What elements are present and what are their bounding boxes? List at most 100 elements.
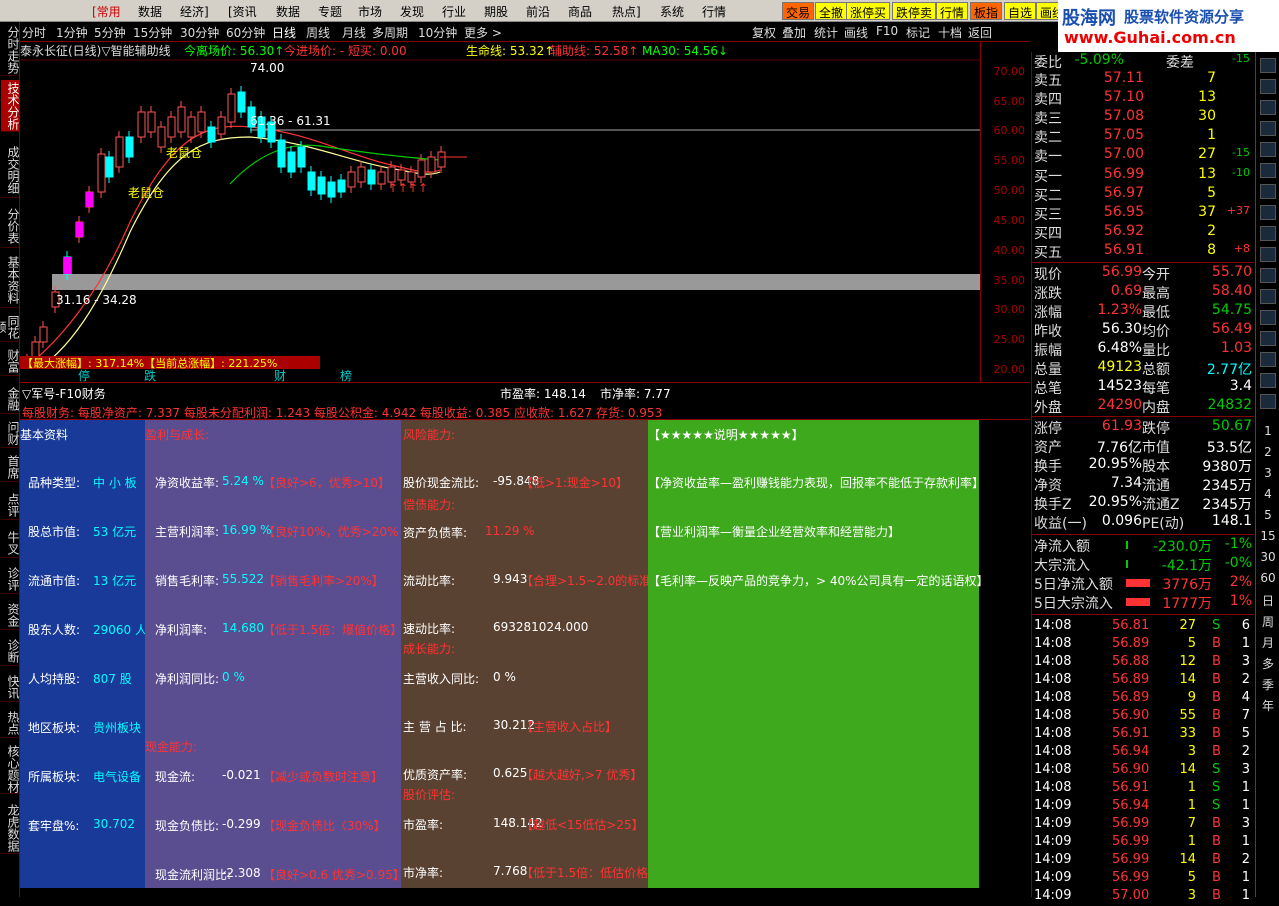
menu-item[interactable]: 商品 (568, 3, 592, 20)
left-tab[interactable]: 资金 (1, 600, 20, 630)
tool-icon[interactable] (1260, 79, 1276, 94)
period-shortcut[interactable]: 60 (1258, 571, 1278, 585)
menu-item[interactable]: [资讯 (228, 3, 257, 20)
chart-marker: 财 (274, 369, 286, 382)
menu-item[interactable]: 经济] (180, 3, 209, 20)
menu-item[interactable]: 市场 (358, 3, 382, 20)
period-tab[interactable]: 日线 (272, 24, 296, 41)
tool-button[interactable]: 统计 (814, 24, 838, 41)
tool-button[interactable]: 返回 (968, 24, 992, 41)
tool-icon[interactable] (1260, 373, 1276, 388)
period-shortcut[interactable]: 1 (1258, 424, 1278, 438)
period-tab[interactable]: 月线 (342, 24, 366, 41)
period-shortcut[interactable]: 3 (1258, 466, 1278, 480)
menu-item[interactable]: 系统 (660, 3, 684, 20)
period-tab[interactable]: 多周期 (372, 24, 408, 41)
left-tab[interactable]: 点评 (1, 490, 20, 520)
period-tab[interactable]: 30分钟 (180, 24, 219, 41)
left-tab[interactable]: 分价表 (1, 204, 20, 248)
toolbar-button[interactable]: 跌停卖 (892, 2, 937, 20)
left-tab[interactable]: 核心题材 (1, 744, 20, 794)
toolbar-button[interactable]: 板指 (970, 2, 1003, 20)
period-tab[interactable]: 周线 (306, 24, 330, 41)
tool-icon[interactable] (1260, 142, 1276, 157)
period-tab[interactable]: 分时 (22, 24, 46, 41)
tool-icon[interactable] (1260, 310, 1276, 325)
menu-item[interactable]: 数据 (276, 3, 300, 20)
period-shortcut[interactable]: 多 (1258, 655, 1278, 672)
period-shortcut[interactable]: 4 (1258, 487, 1278, 501)
period-shortcut[interactable]: 2 (1258, 445, 1278, 459)
left-tab[interactable]: 技术分析 (1, 80, 20, 132)
period-shortcut[interactable]: 季 (1258, 676, 1278, 693)
field-value: 0 % (493, 670, 516, 684)
left-tab[interactable]: 首席 (1, 452, 20, 482)
left-tab[interactable]: 龙虎数据 (1, 802, 20, 854)
left-tab[interactable]: 分时走势 (1, 24, 20, 76)
menu-item[interactable]: 热点] (612, 3, 641, 20)
left-tab[interactable]: 基本资料 (1, 252, 20, 308)
tool-icon[interactable] (1260, 394, 1276, 409)
tick-volume: 1 (1187, 780, 1196, 795)
tool-button[interactable]: F10 (876, 24, 898, 38)
toolbar-button[interactable]: 行情 (936, 2, 969, 20)
period-shortcut[interactable]: 年 (1258, 697, 1278, 714)
left-tab[interactable]: 同花顺 (0, 312, 20, 342)
left-tab[interactable]: 诊断 (1, 636, 20, 666)
tool-icon[interactable] (1260, 58, 1276, 73)
period-tab[interactable]: 10分钟 (418, 24, 457, 41)
tool-icon[interactable] (1260, 163, 1276, 178)
period-tab[interactable]: 60分钟 (226, 24, 265, 41)
left-tab[interactable]: 财富 (1, 346, 20, 376)
toolbar-button[interactable]: 交易 (782, 2, 815, 20)
left-tab[interactable]: 牛叉 (1, 528, 20, 558)
tool-button[interactable]: 画线 (844, 24, 868, 41)
left-tab[interactable]: 热点 (1, 708, 20, 738)
menu-item[interactable]: 前沿 (526, 3, 550, 20)
left-tab[interactable]: 金融 (1, 384, 20, 414)
tool-button[interactable]: 复权 (752, 24, 776, 41)
toolbar-button[interactable]: 涨停买 (846, 2, 891, 20)
left-tab[interactable]: 成交明细 (1, 142, 20, 198)
candle-body (377, 171, 386, 185)
tool-button[interactable]: 叠加 (782, 24, 806, 41)
period-shortcut[interactable]: 15 (1258, 529, 1278, 543)
left-tab[interactable]: 快讯 (1, 672, 20, 702)
menu-item[interactable]: 期股 (484, 3, 508, 20)
f10-title[interactable]: ▽军号-F10财务 (22, 385, 106, 402)
period-tab[interactable]: 更多 > (464, 24, 502, 41)
tool-icon[interactable] (1260, 289, 1276, 304)
period-tab[interactable]: 15分钟 (133, 24, 172, 41)
period-shortcut[interactable]: 30 (1258, 550, 1278, 564)
menu-item[interactable]: 数据 (138, 3, 162, 20)
tool-icon[interactable] (1260, 184, 1276, 199)
menu-item[interactable]: 专题 (318, 3, 342, 20)
tool-icon[interactable] (1260, 100, 1276, 115)
toolbar-button[interactable]: 全撤 (815, 2, 848, 20)
menu-item[interactable]: 发现 (400, 3, 424, 20)
menu-item[interactable]: 行业 (442, 3, 466, 20)
period-tab[interactable]: 5分钟 (94, 24, 126, 41)
period-tab[interactable]: 1分钟 (56, 24, 88, 41)
period-shortcut[interactable]: 月 (1258, 634, 1278, 651)
period-shortcut[interactable]: 5 (1258, 508, 1278, 522)
kline-chart[interactable]: ↑ ↑ ↑ ↑泰永长征(日线)▽智能辅助线 今离场价: 56.30↑ 今进场价: - 短买… (20, 42, 980, 382)
menu-item[interactable]: 行情 (702, 3, 726, 20)
period-shortcut[interactable]: 周 (1258, 613, 1278, 630)
tool-icon[interactable] (1260, 247, 1276, 262)
toolbar-button[interactable]: 自选 (1004, 2, 1037, 20)
tool-icon[interactable] (1260, 121, 1276, 136)
tool-icon[interactable] (1260, 352, 1276, 367)
tool-icon[interactable] (1260, 205, 1276, 220)
left-tab[interactable]: 问财 (1, 418, 20, 448)
stat-value: 20.95% (1088, 456, 1142, 472)
menu-item[interactable]: [常用 (92, 3, 121, 20)
tool-icon[interactable] (1260, 268, 1276, 283)
tool-button[interactable]: 十档 (938, 24, 962, 41)
tool-button[interactable]: 标记 (906, 24, 930, 41)
chart-header-t5: MA30: 54.56↓ (642, 44, 728, 58)
left-tab[interactable]: 诊评 (1, 564, 20, 594)
period-shortcut[interactable]: 日 (1258, 592, 1278, 609)
tool-icon[interactable] (1260, 226, 1276, 241)
tool-icon[interactable] (1260, 331, 1276, 346)
